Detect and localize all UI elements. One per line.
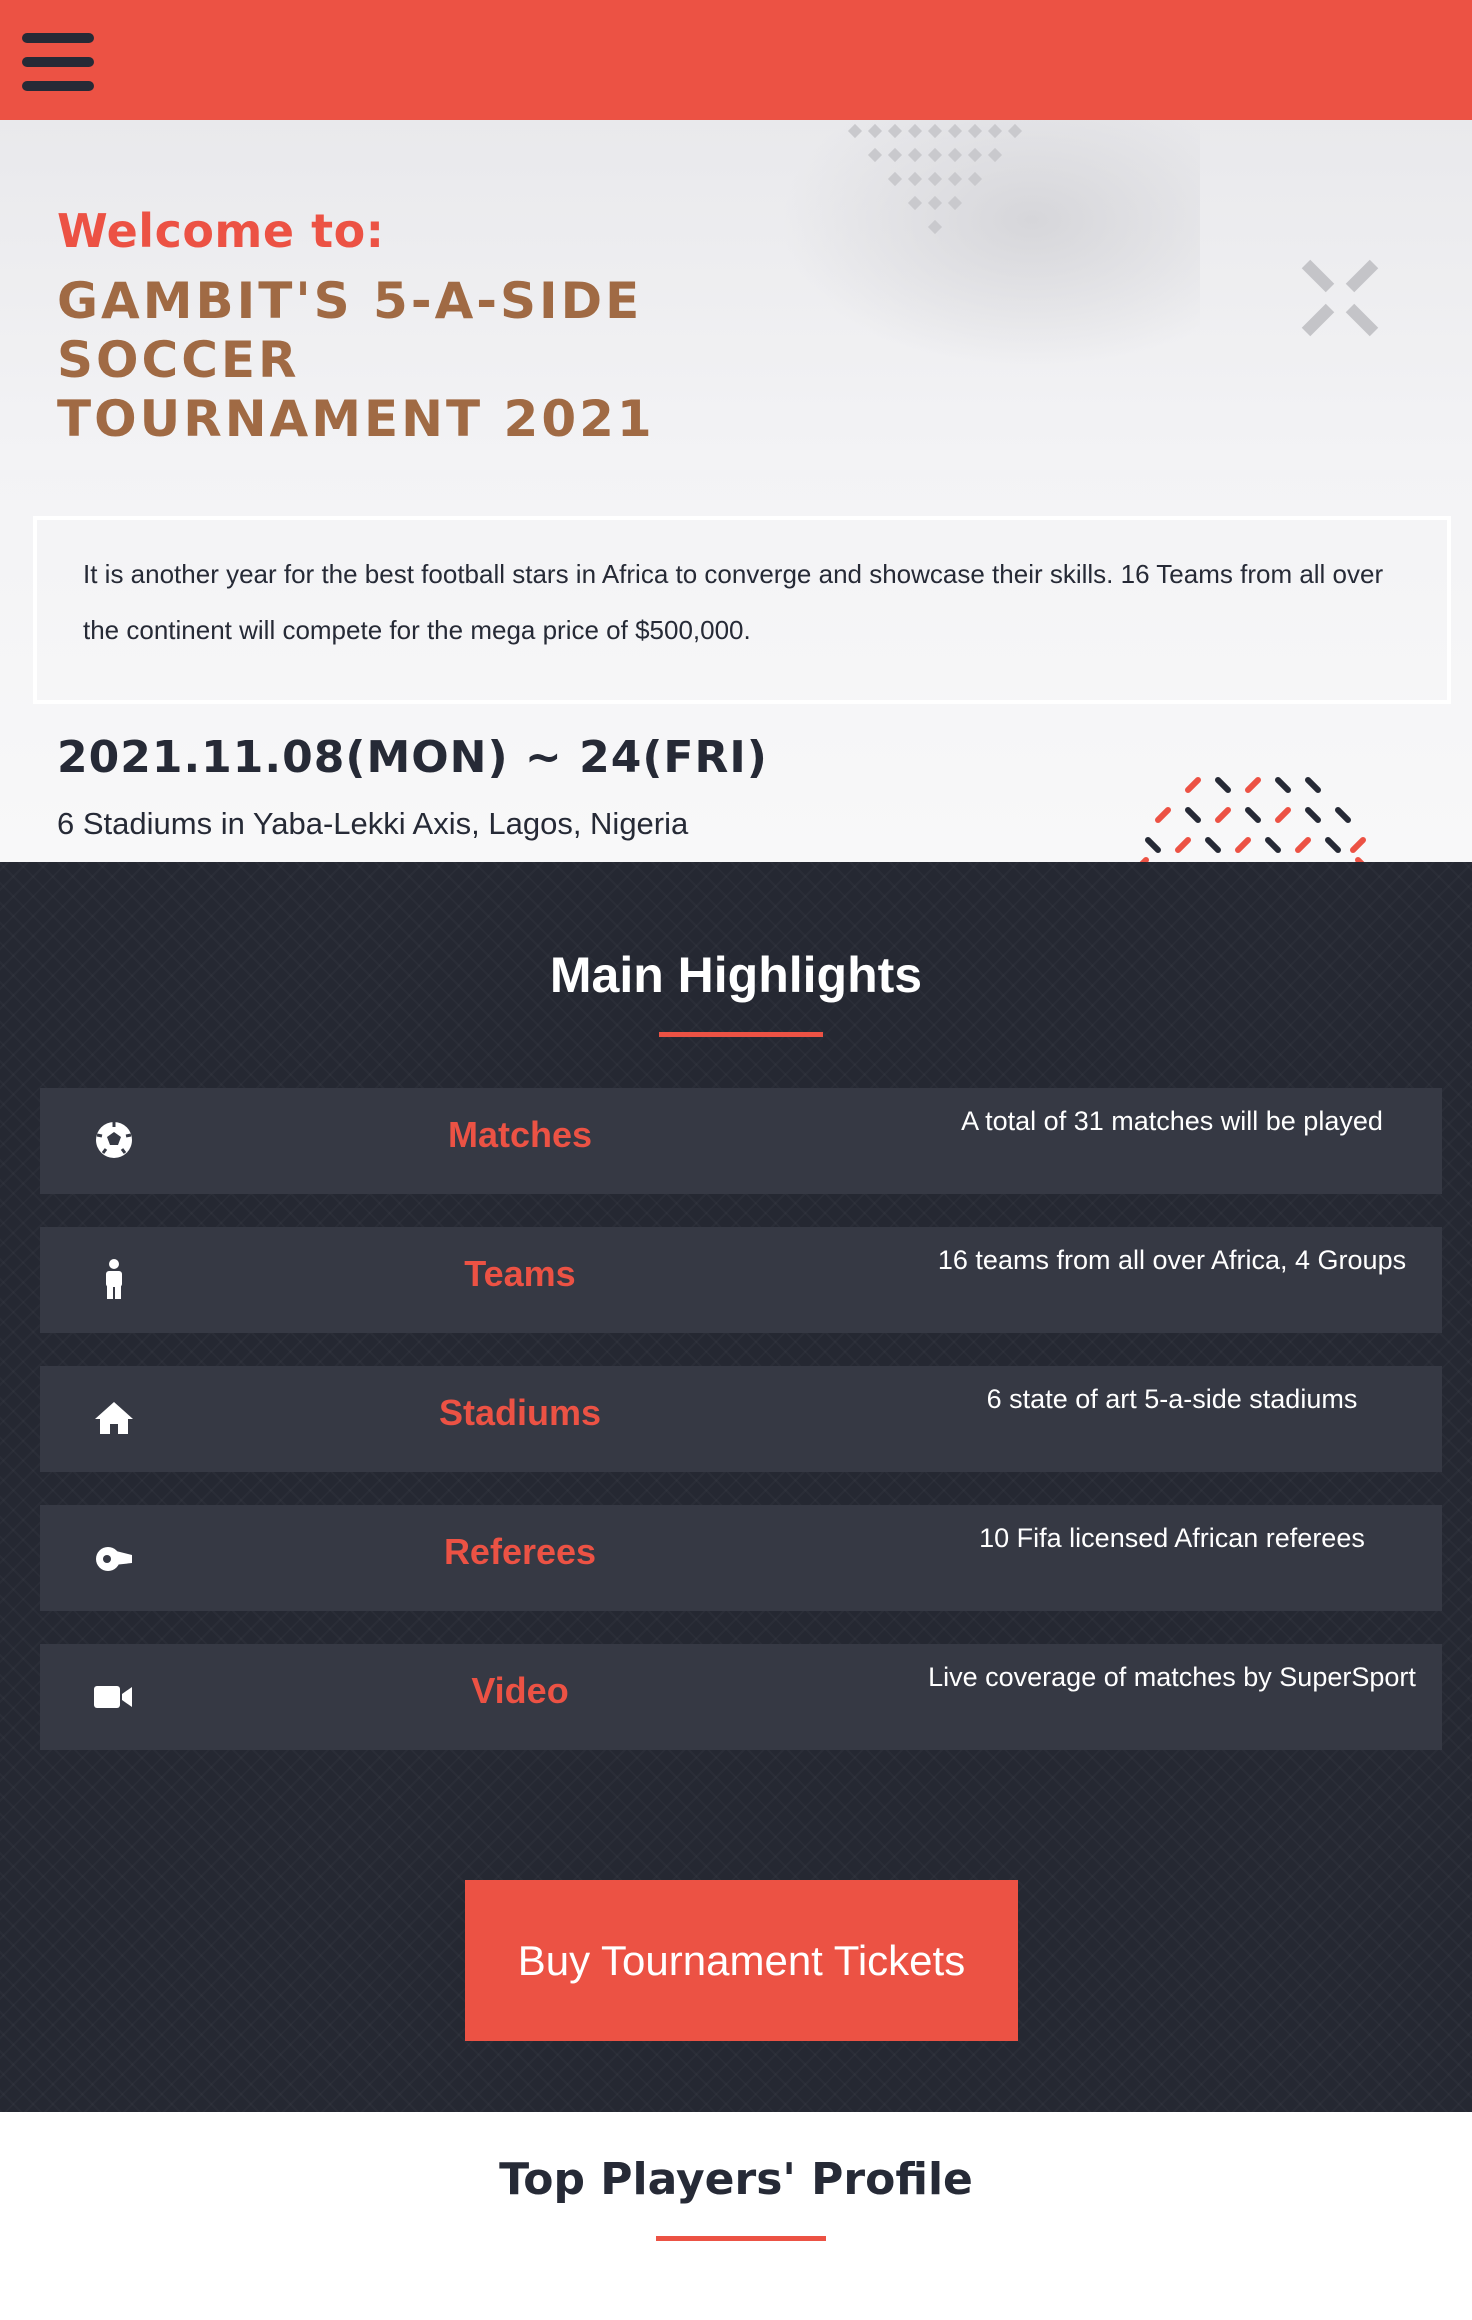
highlight-card-matches[interactable]: Matches A total of 31 matches will be pl… xyxy=(40,1088,1442,1194)
highlight-description: 6 state of art 5-a-side stadiums xyxy=(986,1384,1358,1414)
highlight-description: 10 Fifa licensed African referees xyxy=(979,1523,1365,1553)
highlight-description: Live coverage of matches by SuperSport xyxy=(928,1662,1416,1692)
highlights-section: Main Highlights Matches A total of 31 ma… xyxy=(0,862,1472,2112)
dot-pattern-decoration xyxy=(847,123,1023,235)
highlight-label: Matches xyxy=(447,1114,593,1155)
highlight-label: Teams xyxy=(464,1253,576,1294)
top-navbar xyxy=(0,0,1472,120)
highlight-description: 16 teams from all over Africa, 4 Groups xyxy=(937,1245,1407,1275)
buy-tickets-button[interactable]: Buy Tournament Tickets xyxy=(465,1880,1018,2041)
highlight-label: Video xyxy=(471,1670,569,1711)
highlight-card-referees[interactable]: Referees 10 Fifa licensed African refere… xyxy=(40,1505,1442,1611)
highlight-card-video[interactable]: Video Live coverage of matches by SuperS… xyxy=(40,1644,1442,1750)
title-underline xyxy=(659,1032,823,1037)
cross-decoration-icon xyxy=(1301,259,1379,337)
title-underline xyxy=(656,2236,826,2241)
highlights-title: Main Highlights xyxy=(549,947,923,1003)
hamburger-menu-icon[interactable] xyxy=(22,33,96,93)
tournament-venue: 6 Stadiums in Yaba-Lekki Axis, Lagos, Ni… xyxy=(57,806,689,841)
ball-pattern-decoration xyxy=(1139,777,1366,862)
tournament-title: Gambit's 5-A-SIDE SOCCER TOURNAMENT 2021 xyxy=(57,272,655,448)
intro-text: It is another year for the best football… xyxy=(83,559,1384,645)
players-title: Top Players' Profile xyxy=(499,2154,973,2205)
intro-box: It is another year for the best football… xyxy=(33,516,1451,704)
players-section: Top Players' Profile xyxy=(0,2112,1472,2320)
welcome-heading: Welcome to: xyxy=(57,204,385,258)
highlight-card-stadiums[interactable]: Stadiums 6 state of art 5-a-side stadium… xyxy=(40,1366,1442,1472)
highlight-description: A total of 31 matches will be played xyxy=(961,1106,1383,1136)
highlight-card-teams[interactable]: Teams 16 teams from all over Africa, 4 G… xyxy=(40,1227,1442,1333)
highlight-label: Stadiums xyxy=(438,1392,602,1433)
hero-section: Welcome to: Gambit's 5-A-SIDE SOCCER TOU… xyxy=(0,120,1472,862)
tournament-dates: 2021.11.08(MON) ~ 24(FRI) xyxy=(57,732,768,783)
highlight-label: Referees xyxy=(443,1531,597,1572)
